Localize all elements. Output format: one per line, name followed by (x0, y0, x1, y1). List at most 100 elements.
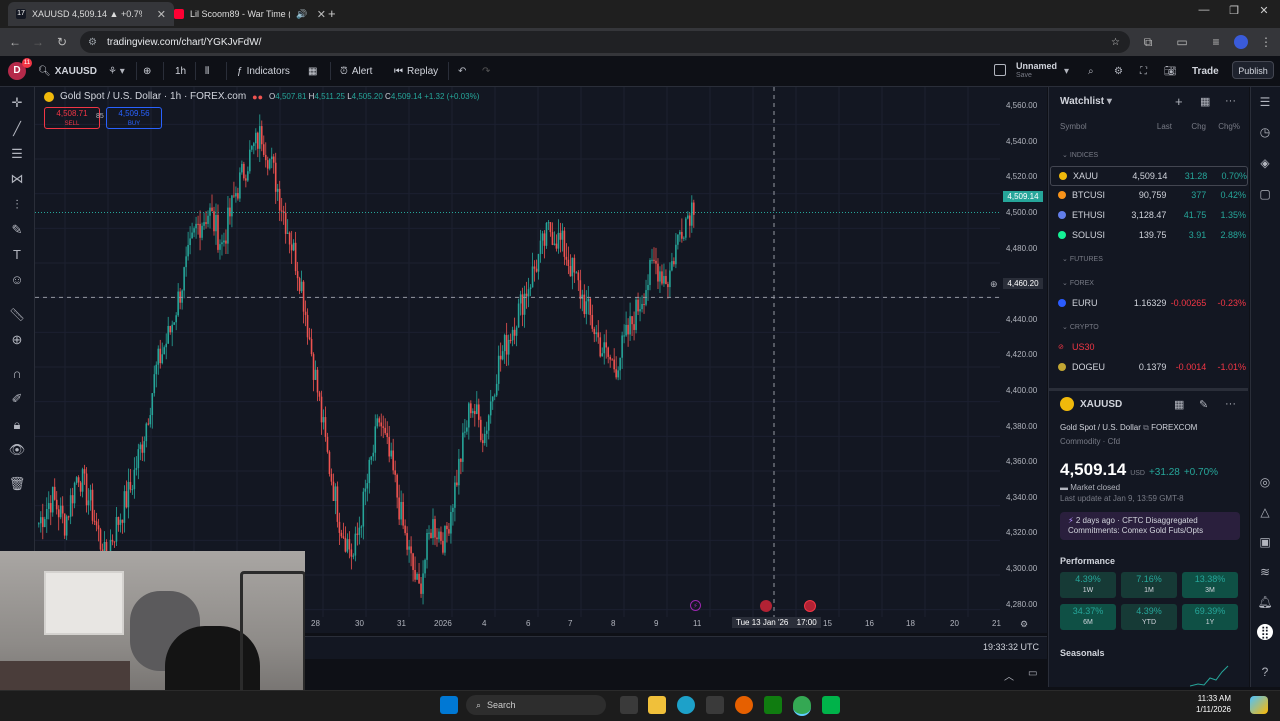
details-exchange[interactable]: FOREXCOM (1151, 423, 1197, 432)
replay-button[interactable]: ⏮︎ Replay (394, 62, 438, 80)
seasonals-label[interactable]: Seasonals (1060, 648, 1105, 658)
col-chgp[interactable]: Chg% (1206, 122, 1240, 131)
edge-browser-icon[interactable] (677, 696, 695, 714)
firefox-icon[interactable] (735, 696, 753, 714)
symbol-search-button[interactable]: 🔍︎ XAUUSD (38, 62, 97, 80)
snapshot-button[interactable]: 📷︎ (1164, 62, 1177, 80)
watchlist-row-solusd[interactable]: SOLUSI 139.75 3.91 2.88% (1050, 226, 1246, 244)
apps-grid-icon[interactable]: ⣿ (1257, 624, 1273, 640)
add-symbol-button[interactable]: ⊕ (143, 62, 151, 80)
alerts-clock-icon[interactable]: ◷ (1257, 124, 1273, 140)
chrome-icon[interactable] (793, 696, 811, 716)
col-last[interactable]: Last (1132, 122, 1172, 131)
ruler-tool-icon[interactable]: 📏︎ (8, 306, 26, 324)
minimize-icon[interactable]: — (1192, 4, 1216, 16)
target-icon[interactable]: ◎ (1257, 474, 1273, 490)
more-options-icon[interactable]: ··· (1225, 398, 1236, 410)
maximize-panel-icon[interactable]: ▭ (1028, 668, 1037, 679)
site-info-icon[interactable]: ⚙ (88, 37, 97, 48)
section-forex[interactable]: ⌄ FOREX (1062, 279, 1094, 287)
indicators-button[interactable]: ƒ Indicators (237, 62, 290, 80)
store-icon[interactable] (706, 696, 724, 714)
interval-button[interactable]: 1h (175, 62, 186, 80)
close-window-icon[interactable]: ✕ (1252, 4, 1276, 17)
chart-type-button[interactable]: ⫴ (205, 62, 209, 80)
brush-tool-icon[interactable]: ✎ (8, 221, 26, 239)
templates-button[interactable]: ▦ (308, 62, 317, 80)
close-tab-icon[interactable]: ✕ (317, 8, 326, 21)
add-symbol-plus-icon[interactable]: + (1175, 94, 1183, 109)
browser-menu-icon[interactable]: ⋮ (1256, 33, 1276, 51)
details-name[interactable]: Gold Spot / U.S. Dollar (1060, 423, 1141, 432)
chat-app-icon[interactable] (822, 696, 840, 714)
layout-dropdown[interactable]: ▾ (1064, 62, 1069, 80)
fullscreen-button[interactable]: ⛶ (1140, 62, 1147, 80)
news-card[interactable]: ⚡︎ 2 days ago · CFTC Disaggregated Commi… (1060, 512, 1240, 540)
quick-search-button[interactable]: ⌕ (1088, 62, 1094, 80)
buy-button[interactable]: 4,509.56 BUY (106, 107, 162, 129)
close-tab-icon[interactable]: ✕ (157, 8, 166, 21)
reload-icon[interactable]: ↻ (52, 33, 72, 51)
us-economic-event-flag-icon[interactable] (804, 600, 816, 612)
chat-icon[interactable]: ▢ (1257, 186, 1273, 202)
col-symbol[interactable]: Symbol (1060, 122, 1132, 131)
layout-checkbox-icon[interactable] (994, 64, 1006, 76)
lock-tool-icon[interactable]: 🔒︎ (8, 416, 26, 434)
watchlist-row-xauusd[interactable]: XAUU 4,509.14 31.28 0.70% (1050, 166, 1248, 186)
address-bar[interactable]: ⚙ tradingview.com/chart/YGKJvFdW/ ☆ (80, 31, 1130, 53)
compare-symbol-button[interactable]: ⚘ ▾ (108, 62, 125, 80)
redo-button[interactable]: ↷ (482, 62, 490, 80)
pattern-tool-icon[interactable]: ⋈ (8, 170, 26, 188)
ideas-icon[interactable]: △ (1257, 504, 1273, 520)
emoji-tool-icon[interactable]: ☺ (8, 271, 26, 289)
external-link-icon[interactable]: ⧉ (1143, 423, 1149, 432)
watchlist-layout-icon[interactable]: ▦ (1200, 95, 1210, 108)
details-symbol[interactable]: XAUUSD (1080, 399, 1122, 410)
watchlist-row-dogeusd[interactable]: DOGEU 0.1379 -0.0014 -1.01% (1050, 358, 1246, 376)
watchlist-row-btcusd[interactable]: BTCUSI 90,759 377 0.42% (1050, 186, 1246, 204)
forward-icon[interactable]: → (28, 33, 48, 51)
windows-start-icon[interactable] (440, 696, 458, 714)
trend-line-tool-icon[interactable]: ╱ (8, 120, 26, 138)
browser-tab-tradingview[interactable]: 17 XAUUSD 4,509.14 ▲ +0.7% Un ✕ (8, 2, 174, 26)
watchlist-row-us30[interactable]: ⊘ US30 (1050, 338, 1246, 356)
xbox-icon[interactable] (764, 696, 782, 714)
details-layout-icon[interactable]: ▦ (1174, 398, 1184, 411)
section-futures[interactable]: ⌄ FUTURES (1062, 255, 1103, 263)
watchlist-row-eurusd[interactable]: EURU 1.16329 -0.00265 -0.23% (1050, 294, 1246, 312)
more-options-icon[interactable]: ··· (1225, 95, 1236, 107)
watchlist-title[interactable]: Watchlist ▾ (1060, 96, 1112, 107)
crosshair-tool-icon[interactable]: ✛ (8, 94, 26, 112)
audio-playing-icon[interactable]: 🔊 (296, 9, 307, 20)
taskbar-search[interactable]: ⌕ Search (466, 695, 606, 715)
add-alert-plus-icon[interactable]: ⊕ (990, 279, 998, 290)
help-icon[interactable]: ? (1257, 664, 1273, 680)
panel-resize-handle[interactable] (1048, 388, 1248, 391)
trade-button[interactable]: Trade (1192, 62, 1219, 80)
magnet-tool-icon[interactable]: ∩ (8, 365, 26, 383)
edit-note-icon[interactable]: ✎ (1199, 398, 1208, 411)
profile-icon[interactable] (1234, 35, 1248, 49)
bookmark-star-icon[interactable]: ☆ (1111, 37, 1120, 48)
watchlist-row-ethusd[interactable]: ETHUSI 3,128.47 41.75 1.35% (1050, 206, 1246, 224)
trash-tool-icon[interactable]: 🗑︎ (8, 475, 26, 493)
system-clock[interactable]: 11:33 AM 1/11/2026 (1196, 693, 1231, 715)
event-lightning-icon[interactable]: ⚡︎ (690, 600, 701, 611)
stream-icon[interactable]: ≋ (1257, 564, 1273, 580)
text-tool-icon[interactable]: T (8, 246, 26, 264)
extensions-icon[interactable]: ⧉ (1138, 33, 1158, 51)
cast-icon[interactable]: ▭ (1172, 33, 1192, 51)
notifications-bell-icon[interactable]: 🔔︎ (1257, 594, 1273, 610)
new-tab-icon[interactable]: + (328, 6, 336, 21)
maximize-icon[interactable]: ❐ (1222, 4, 1246, 17)
section-indices[interactable]: ⌄ INDICES (1062, 151, 1098, 159)
us-economic-event-flag-icon[interactable] (760, 600, 772, 612)
layout-name-button[interactable]: Unnamed Save (1016, 61, 1057, 81)
col-chg[interactable]: Chg (1172, 122, 1206, 131)
section-crypto[interactable]: ⌄ CRYPTO (1062, 323, 1099, 331)
undo-button[interactable]: ↶ (458, 62, 466, 80)
browser-tab-youtube[interactable]: Lil Scoom89 - War Time (O 🔊 ✕ (166, 2, 334, 26)
utc-clock[interactable]: 19:33:32 UTC (983, 642, 1039, 652)
fib-tool-icon[interactable]: ☰ (8, 145, 26, 163)
collapse-panel-icon[interactable]: ︿ (1004, 668, 1014, 683)
